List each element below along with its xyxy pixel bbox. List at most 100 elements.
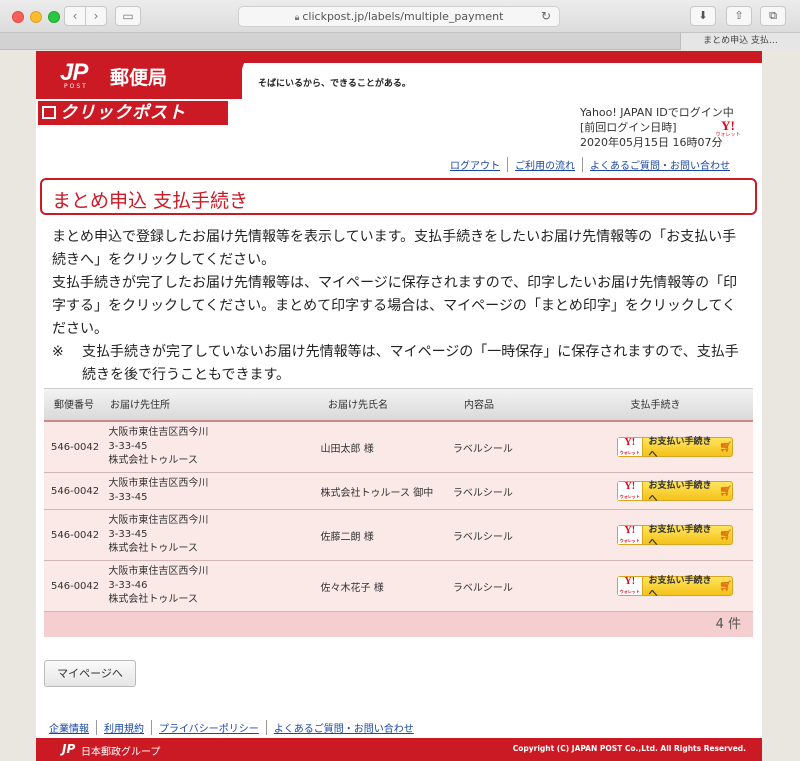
- name-cell: 佐藤二朗 様: [320, 531, 374, 543]
- item-cell: ラベルシール: [452, 582, 513, 594]
- page-title: まとめ申込 支払手続き: [52, 190, 249, 212]
- tabs-overview-icon[interactable]: ⧉: [760, 6, 786, 26]
- back-button[interactable]: ‹: [64, 6, 86, 26]
- footer-group-name: 日本郵政グループ: [81, 747, 161, 758]
- sidebar-toggle-icon[interactable]: ▭: [115, 6, 141, 26]
- table-row: 546-0042 大阪市東住吉区西今川 3-33-46 株式会社トゥルース 佐々…: [44, 561, 753, 612]
- description: まとめ申込で登録したお届け先情報等を表示しています。支払手続きをしたいお届け先情…: [52, 226, 742, 387]
- table-row: 546-0042 大阪市東住吉区西今川 3-33-45 株式会社トゥルース 佐藤…: [44, 510, 753, 561]
- cart-icon: 🛒︎: [719, 529, 732, 541]
- payment-table: 郵便番号 お届け先住所 お届け先氏名 内容品 支払手続き 546-0042 大阪…: [44, 388, 753, 637]
- footer-jp-logo: JP: [62, 742, 76, 756]
- name-cell: 佐々木花子 様: [320, 582, 384, 594]
- browser-toolbar: ‹ › ▭ 🔒︎ clickpost.jp/labels/multiple_pay…: [0, 0, 800, 33]
- payment-cell: Y! ウォレット お支払い手続きへ 🛒︎: [593, 525, 753, 548]
- address-line: 3-33-45: [108, 529, 148, 540]
- header-zip: 郵便番号: [54, 400, 94, 411]
- item-cell: ラベルシール: [452, 531, 513, 543]
- address-line: 大阪市東住吉区西今川: [108, 566, 209, 577]
- share-icon[interactable]: ⇧: [726, 6, 752, 26]
- zip-cell: 546-0042: [51, 441, 100, 453]
- site-footer: JP 日本郵政グループ Copyright (C) JAPAN POST Co.…: [36, 738, 762, 761]
- company-info-link[interactable]: 企業情報: [49, 720, 96, 735]
- address-line: 大阪市東住吉区西今川: [108, 427, 209, 438]
- address-line: 大阪市東住吉区西今川: [108, 478, 209, 489]
- item-cell: ラベルシール: [452, 443, 513, 455]
- payment-cell: Y! ウォレット お支払い手続きへ 🛒︎: [593, 576, 753, 599]
- note-text: 支払手続きが完了していないお届け先情報等は、マイページの「一時保存」に保存されま…: [82, 344, 739, 383]
- table-row: 546-0042 大阪市東住吉区西今川 3-33-45 株式会社トゥルース 山田…: [44, 422, 753, 473]
- address-line: 3-33-45: [108, 441, 148, 452]
- table-count: 4 件: [44, 612, 753, 637]
- download-icon[interactable]: ⬇: [690, 6, 716, 26]
- header-red-bar: [242, 51, 762, 63]
- item-cell: ラベルシール: [452, 487, 513, 499]
- pay-button[interactable]: Y! ウォレット お支払い手続きへ 🛒︎: [617, 437, 733, 460]
- address-line: 大阪市東住吉区西今川: [108, 515, 209, 526]
- address-cell: 大阪市東住吉区西今川 3-33-45 株式会社トゥルース: [108, 510, 320, 560]
- tab-strip: まとめ申込 支払…: [0, 33, 800, 50]
- minimize-window-button[interactable]: [30, 11, 42, 23]
- address-cell: 大阪市東住吉区西今川 3-33-45: [108, 473, 320, 509]
- reload-icon[interactable]: ↻: [541, 7, 551, 26]
- logo-office-text: 郵便局: [110, 67, 168, 89]
- address-bar[interactable]: 🔒︎ clickpost.jp/labels/multiple_payment ↻: [238, 6, 560, 27]
- zip-cell: 546-0042: [51, 485, 100, 497]
- header-item: 内容品: [464, 400, 494, 411]
- header-name: お届け先氏名: [328, 400, 388, 411]
- description-para-2: 支払手続きが完了したお届け先情報等は、マイページに保存されますので、印字したいお…: [52, 275, 738, 337]
- payment-cell: Y! ウォレット お支払い手続きへ 🛒︎: [593, 437, 753, 460]
- close-window-button[interactable]: [12, 11, 24, 23]
- japan-post-logo[interactable]: JP POST 郵便局: [36, 51, 242, 99]
- cart-icon: 🛒︎: [719, 441, 732, 453]
- pay-button[interactable]: Y! ウォレット お支払い手続きへ 🛒︎: [617, 481, 733, 504]
- page-content: JP POST 郵便局 そばにいるから、できることがある。 クリックポスト Ya…: [36, 51, 762, 761]
- url-text: clickpost.jp/labels/multiple_payment: [302, 10, 504, 23]
- faq-contact-link[interactable]: よくあるご質問・お問い合わせ: [582, 157, 737, 172]
- description-para-1: まとめ申込で登録したお届け先情報等を表示しています。支払手続きをしたいお届け先情…: [52, 229, 737, 268]
- note-mark: ※: [52, 344, 64, 360]
- clickpost-logo[interactable]: クリックポスト: [38, 101, 228, 125]
- address-line: 株式会社トゥルース: [108, 543, 198, 554]
- yahoo-wallet-icon: Y! ウォレット: [618, 482, 643, 500]
- payment-cell: Y! ウォレット お支払い手続きへ 🛒︎: [593, 481, 753, 504]
- yahoo-wallet-icon: Y! ウォレット: [618, 577, 643, 595]
- address-line: 株式会社トゥルース: [108, 594, 198, 605]
- yahoo-wallet-icon: Y! ウォレット: [618, 438, 643, 456]
- description-note: ※ 支払手続きが完了していないお届け先情報等は、マイページの「一時保存」に保存さ…: [52, 341, 742, 387]
- table-row: 546-0042 大阪市東住吉区西今川 3-33-45 株式会社トゥルース 御中…: [44, 473, 753, 510]
- zip-cell: 546-0042: [51, 529, 100, 541]
- address-line: 3-33-45: [108, 492, 148, 503]
- usage-flow-link[interactable]: ご利用の流れ: [507, 157, 582, 172]
- tagline: そばにいるから、できることがある。: [258, 79, 411, 89]
- site-header: JP POST 郵便局: [36, 51, 762, 99]
- yahoo-wallet-icon: Y! ウォレット: [715, 118, 741, 138]
- zip-cell: 546-0042: [51, 580, 100, 592]
- address-line: 3-33-46: [108, 580, 148, 591]
- address-cell: 大阪市東住吉区西今川 3-33-46 株式会社トゥルース: [108, 561, 320, 611]
- lock-icon: 🔒︎: [294, 13, 300, 23]
- pay-button[interactable]: Y! ウォレット お支払い手続きへ 🛒︎: [617, 576, 733, 599]
- login-line-1: Yahoo! JAPAN IDでログイン中: [580, 106, 734, 119]
- header-payment: 支払手続き: [630, 400, 681, 411]
- address-cell: 大阪市東住吉区西今川 3-33-45 株式会社トゥルース: [108, 422, 320, 472]
- header-address: お届け先住所: [110, 400, 170, 411]
- terms-link[interactable]: 利用規約: [96, 720, 151, 735]
- privacy-policy-link[interactable]: プライバシーポリシー: [151, 720, 266, 735]
- table-header: 郵便番号 お届け先住所 お届け先氏名 内容品 支払手続き: [44, 388, 753, 422]
- mypage-button[interactable]: マイページへ: [44, 660, 136, 687]
- name-cell: 山田太郎 様: [320, 443, 374, 455]
- page-title-box: まとめ申込 支払手続き: [40, 178, 757, 215]
- cart-icon: 🛒︎: [719, 580, 732, 592]
- footer-faq-link[interactable]: よくあるご質問・お問い合わせ: [265, 720, 421, 735]
- logout-link[interactable]: ログアウト: [443, 157, 507, 172]
- address-line: 株式会社トゥルース: [108, 455, 198, 466]
- header-links: ログアウト ご利用の流れ よくあるご質問・お問い合わせ: [443, 157, 737, 172]
- zoom-window-button[interactable]: [48, 11, 60, 23]
- footer-links: 企業情報 利用規約 プライバシーポリシー よくあるご質問・お問い合わせ: [49, 720, 421, 735]
- browser-tab[interactable]: まとめ申込 支払…: [680, 33, 800, 50]
- header-wedge: [232, 51, 248, 99]
- copyright: Copyright (C) JAPAN POST Co.,Ltd. All Ri…: [512, 744, 746, 753]
- forward-button[interactable]: ›: [85, 6, 107, 26]
- pay-button[interactable]: Y! ウォレット お支払い手続きへ 🛒︎: [617, 525, 733, 548]
